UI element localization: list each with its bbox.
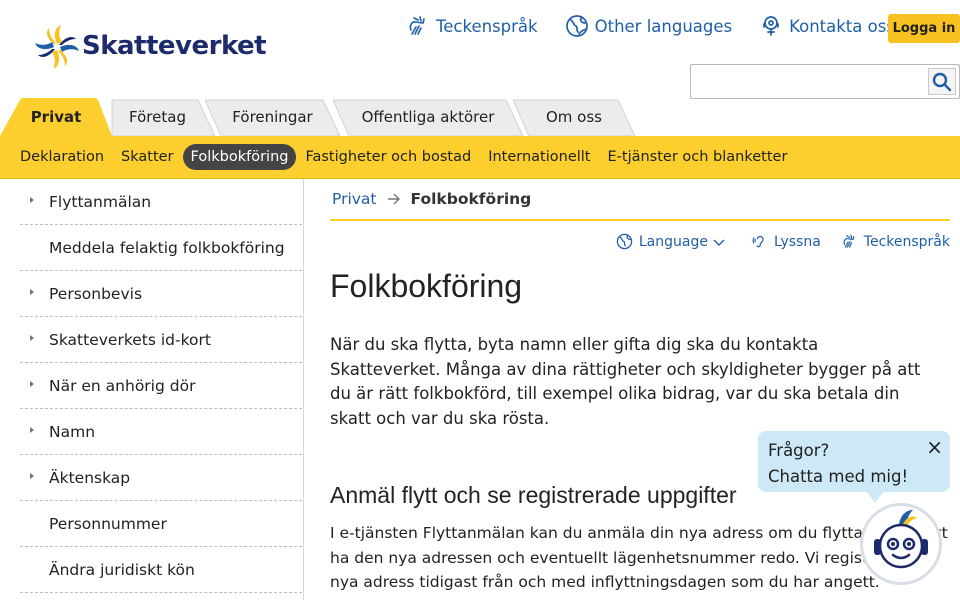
sidebar-item-personbevis[interactable]: Personbevis bbox=[20, 271, 302, 317]
chevron-down-icon bbox=[713, 239, 725, 246]
main-tabs: Privat Företag Föreningar Offentliga akt… bbox=[0, 98, 960, 136]
search-input[interactable] bbox=[691, 65, 921, 98]
skatteverket-logo[interactable]: Skatteverket bbox=[34, 24, 267, 68]
tab-offentliga-aktorer[interactable]: Offentliga aktörer bbox=[333, 98, 523, 136]
sidebar-item-id-kort[interactable]: Skatteverkets id-kort bbox=[20, 317, 302, 363]
sidebar-item-label: Äktenskap bbox=[49, 468, 131, 487]
subnav-skatter[interactable]: Skatter bbox=[113, 144, 182, 170]
sign-language-icon bbox=[409, 16, 425, 35]
page-title: Folkbokföring bbox=[330, 268, 523, 304]
logo-mark-icon bbox=[35, 25, 79, 68]
sidebar-item-label: Skatteverkets id-kort bbox=[49, 330, 211, 349]
sidebar-item-label: När en anhörig dör bbox=[49, 376, 196, 395]
chevron-right-icon bbox=[30, 381, 34, 387]
search-button[interactable] bbox=[928, 68, 956, 95]
tab-privat[interactable]: Privat bbox=[0, 98, 112, 136]
section-paragraph: I e-tjänsten Flyttanmälan kan du anmäla … bbox=[330, 524, 948, 591]
breadcrumb: Privat Folkbokföring bbox=[330, 179, 950, 221]
sign-language-icon bbox=[843, 234, 855, 248]
tab-label: Privat bbox=[30, 108, 82, 126]
sidebar-divider bbox=[303, 179, 304, 600]
language-label: Language bbox=[638, 233, 708, 250]
sidebar-item-namn[interactable]: Namn bbox=[20, 409, 302, 455]
sidebar-item-label: Flyttanmälan bbox=[49, 192, 152, 211]
contact-label: Kontakta oss bbox=[789, 16, 895, 36]
chat-line-1: Frågor? bbox=[768, 441, 830, 460]
sidebar-item-flyttanmalan[interactable]: Flyttanmälan bbox=[20, 179, 302, 225]
chat-prompt-bubble[interactable]: Frågor? Chatta med mig! × bbox=[758, 431, 950, 503]
section-nav: Deklaration Skatter Folkbokföring Fastig… bbox=[0, 136, 960, 179]
sidebar-item-aktenskap[interactable]: Äktenskap bbox=[20, 455, 302, 501]
sidebar-item-anhorig-dor[interactable]: När en anhörig dör bbox=[20, 363, 302, 409]
chevron-right-icon bbox=[30, 427, 34, 433]
top-links: Teckenspråk Other languages Kontakta oss bbox=[406, 14, 922, 38]
tab-label: Om oss bbox=[546, 108, 602, 126]
globe-icon bbox=[616, 233, 633, 250]
breadcrumb-home-link[interactable]: Privat bbox=[332, 190, 377, 208]
other-languages-link[interactable]: Other languages bbox=[565, 14, 733, 38]
other-languages-label: Other languages bbox=[594, 16, 733, 36]
subnav-fastigheter[interactable]: Fastigheter och bostad bbox=[297, 144, 479, 170]
search-box bbox=[690, 64, 960, 99]
tab-label: Företag bbox=[129, 108, 186, 126]
tab-om-oss[interactable]: Om oss bbox=[513, 98, 635, 136]
main-content: Privat Folkbokföring Language Lyssna Tec… bbox=[330, 179, 950, 595]
tab-label: Offentliga aktörer bbox=[361, 108, 495, 126]
language-menu[interactable]: Language bbox=[616, 233, 731, 250]
sign-language-link[interactable]: Teckenspråk bbox=[406, 14, 538, 38]
sidebar-item-label: Personnummer bbox=[49, 514, 167, 533]
chevron-right-icon bbox=[30, 335, 34, 341]
breadcrumb-current: Folkbokföring bbox=[410, 190, 532, 208]
sidebar-item-label: Meddela felaktig folkbokföring bbox=[49, 238, 285, 257]
sign-language-label: Teckenspråk bbox=[436, 16, 538, 36]
listen-label: Lyssna bbox=[773, 233, 821, 250]
login-button[interactable]: Logga in bbox=[888, 14, 960, 43]
ear-listen-icon bbox=[752, 236, 764, 248]
sign-language-tool[interactable]: Teckenspråk bbox=[841, 233, 950, 250]
robot-icon bbox=[874, 510, 928, 569]
chevron-right-icon bbox=[30, 289, 34, 295]
intro-paragraph: När du ska flytta, byta namn eller gifta… bbox=[330, 335, 921, 428]
tab-foreningar[interactable]: Föreningar bbox=[205, 98, 340, 136]
sidebar-item-label: Namn bbox=[49, 422, 96, 441]
tab-foretag[interactable]: Företag bbox=[100, 98, 215, 136]
listen-button[interactable]: Lyssna bbox=[751, 233, 821, 250]
contact-link[interactable]: Kontakta oss bbox=[759, 14, 895, 38]
sidebar-item-juridiskt-kon[interactable]: Ändra juridiskt kön bbox=[20, 547, 302, 593]
arrow-right-icon bbox=[387, 193, 400, 205]
contact-headset-icon bbox=[763, 16, 779, 36]
sign-language-tool-label: Teckenspråk bbox=[863, 233, 950, 250]
sidebar-item-label: Personbevis bbox=[49, 284, 143, 303]
close-icon[interactable]: × bbox=[926, 434, 943, 460]
subnav-deklaration[interactable]: Deklaration bbox=[12, 144, 112, 170]
globe-icon bbox=[565, 15, 588, 37]
subnav-folkbokforing[interactable]: Folkbokföring bbox=[182, 144, 297, 170]
subnav-e-tjanster[interactable]: E-tjänster och blanketter bbox=[599, 144, 795, 170]
subnav-internationellt[interactable]: Internationellt bbox=[480, 144, 598, 170]
chevron-right-icon bbox=[30, 197, 34, 203]
tab-label: Föreningar bbox=[232, 108, 313, 126]
site-header: Skatteverket Teckenspråk Other languages… bbox=[0, 0, 960, 100]
sidebar-item-meddela-felaktig[interactable]: Meddela felaktig folkbokföring bbox=[20, 225, 302, 271]
chevron-right-icon bbox=[30, 473, 34, 479]
chatbot-avatar[interactable] bbox=[860, 503, 942, 585]
search-icon bbox=[932, 72, 952, 91]
page-tools: Language Lyssna Teckenspråk bbox=[330, 233, 950, 250]
chat-line-2: Chatta med mig! bbox=[768, 467, 909, 486]
sidebar-item-personnummer[interactable]: Personnummer bbox=[20, 501, 302, 547]
logo-text: Skatteverket bbox=[82, 31, 267, 61]
sidebar-item-label: Ändra juridiskt kön bbox=[49, 560, 195, 579]
sidebar-menu: Flyttanmälan Meddela felaktig folkbokför… bbox=[20, 179, 302, 593]
